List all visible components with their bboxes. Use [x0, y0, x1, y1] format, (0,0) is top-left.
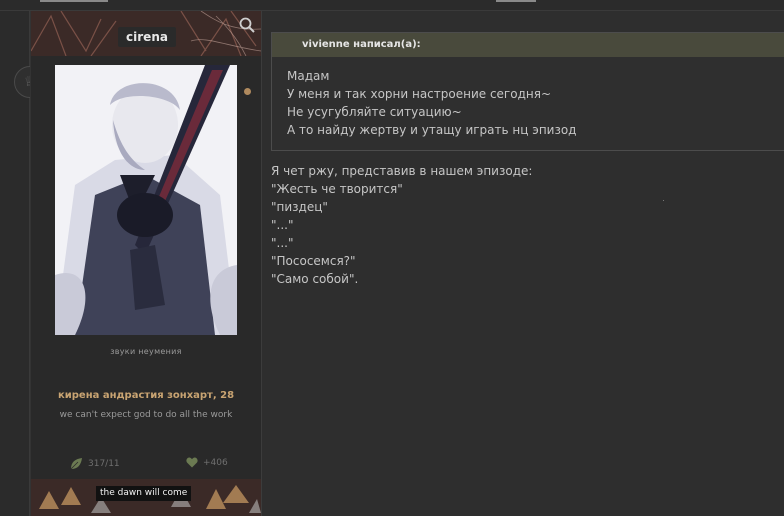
reputation-count: +406 — [203, 457, 228, 468]
top-tab-right[interactable] — [496, 0, 536, 2]
post-line: "пиздец" — [271, 200, 328, 214]
username[interactable]: cirena — [118, 27, 176, 47]
quote-body: Мадам У меня и так хорни настроение сего… — [272, 57, 784, 139]
posts-count: 317/11 — [88, 459, 120, 469]
search-icon[interactable] — [238, 16, 256, 34]
quote-author[interactable]: vivienne написал(а): — [272, 33, 784, 57]
post-line: "Само собой". — [271, 272, 359, 286]
quote-line: Мадам — [287, 69, 330, 83]
post-line: "..." — [271, 218, 294, 232]
reputation-stat[interactable]: +406 — [186, 457, 228, 468]
post-line: "..." — [271, 236, 294, 250]
quote-line: А то найду жертву и утащу играть нц эпиз… — [287, 123, 577, 137]
post-line: "Пососемся?" — [271, 254, 356, 268]
quote-block: vivienne написал(а): Мадам У меня и так … — [271, 32, 784, 151]
quote-line: У меня и так хорни настроение сегодня~ — [287, 87, 551, 101]
post-line: Я чет ржу, представив в нашем эпизоде: — [271, 164, 533, 178]
profile-panel: cirena звуки неумения кирена андрастия з… — [30, 11, 262, 516]
profile-subtitle: звуки неумения — [110, 347, 182, 356]
profile-tagline: the dawn will come — [96, 486, 192, 501]
top-strip — [0, 0, 784, 11]
posts-stat[interactable]: 317/11 — [69, 457, 120, 471]
character-name[interactable]: кирена андрастия зонхарт, 28 — [31, 390, 261, 401]
top-tab-left[interactable] — [40, 0, 108, 2]
avatar[interactable] — [55, 65, 237, 335]
stray-dot — [663, 200, 664, 201]
post-line: "Жесть че творится" — [271, 182, 403, 196]
heart-icon — [186, 457, 198, 468]
profile-motto: we can't expect god to do all the work — [59, 410, 233, 420]
quote-line: Не усугубляйте ситуацию~ — [287, 105, 462, 119]
status-indicator — [244, 88, 251, 95]
post-body: Я чет ржу, представив в нашем эпизоде: "… — [271, 162, 771, 288]
leaf-icon — [70, 458, 82, 470]
